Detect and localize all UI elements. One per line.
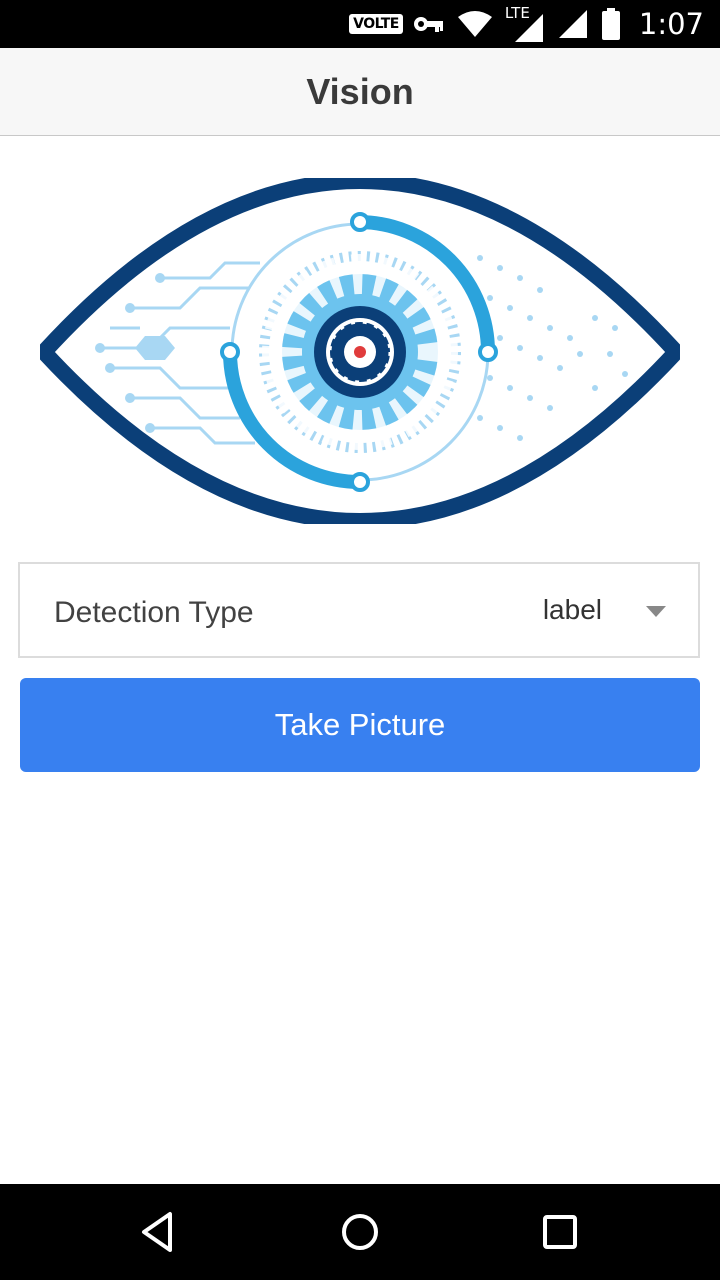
home-icon[interactable] bbox=[336, 1208, 384, 1256]
wifi-icon bbox=[457, 11, 492, 37]
signal-icon bbox=[514, 14, 543, 42]
detection-type-value[interactable]: label bbox=[543, 594, 602, 626]
page-title: Vision bbox=[306, 70, 414, 112]
recents-icon[interactable] bbox=[536, 1208, 584, 1256]
status-bar: VOLTE LTE 1:07 bbox=[0, 0, 720, 48]
signal-icon bbox=[558, 10, 587, 38]
detection-type-select[interactable]: Detection Type label bbox=[18, 562, 700, 658]
take-picture-button[interactable]: Take Picture bbox=[20, 678, 700, 772]
caret-down-icon[interactable] bbox=[646, 606, 666, 618]
app-bar: Vision bbox=[0, 48, 720, 136]
volte-badge: VOLTE bbox=[349, 14, 403, 34]
battery-icon bbox=[601, 8, 620, 40]
lte-signal-group: LTE bbox=[505, 4, 545, 44]
status-icons: VOLTE LTE 1:07 bbox=[349, 0, 704, 48]
nav-bar bbox=[0, 1184, 720, 1280]
clock: 1:07 bbox=[638, 7, 704, 41]
vpn-key-icon bbox=[413, 17, 443, 32]
detection-type-label: Detection Type bbox=[54, 596, 254, 629]
back-icon[interactable] bbox=[136, 1208, 184, 1256]
eye-logo bbox=[40, 178, 680, 524]
